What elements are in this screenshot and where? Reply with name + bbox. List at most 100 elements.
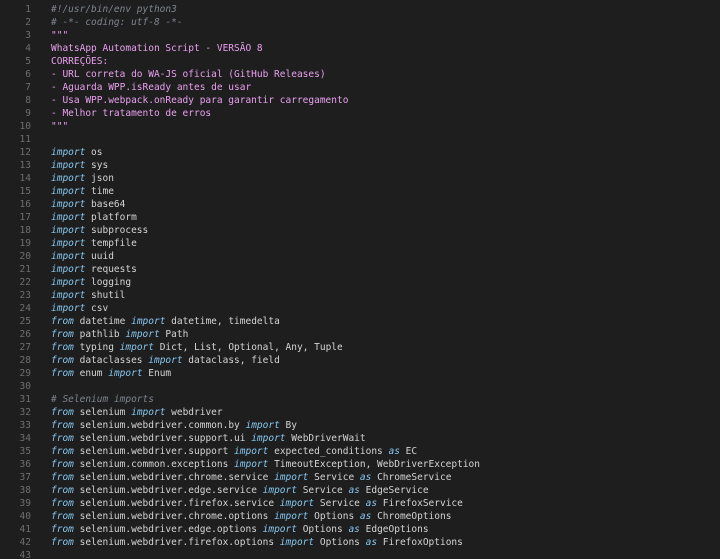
code-line[interactable]: 26 from pathlib import Path	[0, 328, 720, 341]
code-token: csv	[85, 303, 109, 314]
code-line[interactable]: 34 from selenium.webdriver.support.ui imp…	[0, 432, 720, 445]
code-line[interactable]: 31 # Selenium imports	[0, 393, 720, 406]
code-line[interactable]: 37 from selenium.webdriver.chrome.service…	[0, 471, 720, 484]
code-line[interactable]: 23 import shutil	[0, 289, 720, 302]
keyword-token: import	[279, 537, 315, 548]
code-token: selenium.webdriver.firefox.options	[73, 537, 280, 548]
code-line[interactable]: 41 from selenium.webdriver.edge.options i…	[0, 523, 720, 536]
code-line[interactable]: 21 import requests	[0, 263, 720, 276]
code-line[interactable]: 30	[0, 380, 720, 393]
code-line[interactable]: 38 from selenium.webdriver.edge.service i…	[0, 484, 720, 497]
code-line[interactable]: 9 - Melhor tratamento de erros	[0, 107, 720, 120]
code-line[interactable]: 14 import json	[0, 172, 720, 185]
keyword-token: import	[108, 368, 143, 379]
code-line[interactable]: 15 import time	[0, 185, 720, 198]
code-line[interactable]: 17 import platform	[0, 211, 720, 224]
code-token: shutil	[85, 290, 126, 301]
keyword-token: import	[119, 342, 154, 353]
code-line[interactable]: 12 import os	[0, 146, 720, 159]
code-line[interactable]: 27 from typing import Dict, List, Optiona…	[0, 341, 720, 354]
keyword-token: as	[348, 485, 360, 496]
string-token: - Melhor tratamento de erros	[51, 108, 212, 119]
code-token: platform	[85, 212, 137, 223]
keyword-token: import	[51, 186, 86, 197]
keyword-token: as	[359, 511, 372, 522]
code-line[interactable]: 3 """	[0, 29, 720, 42]
keyword-token: import	[262, 524, 297, 535]
code-line[interactable]: 24 import csv	[0, 302, 720, 315]
code-token: FirefoxService	[377, 498, 463, 509]
keyword-token: from	[51, 368, 74, 379]
code-line[interactable]: 16 import base64	[0, 198, 720, 211]
code-line[interactable]: 40 from selenium.webdriver.chrome.options…	[0, 510, 720, 523]
code-line[interactable]: 7 - Aguarda WPP.isReady antes de usar	[0, 81, 720, 94]
line-number: 14	[19, 173, 31, 184]
line-number: 34	[19, 433, 31, 444]
line-number: 2	[25, 17, 31, 28]
code-line[interactable]: 11	[0, 133, 720, 146]
line-text: import base64	[51, 198, 125, 211]
code-line[interactable]: 2 # -*- coding: utf-8 -*-	[0, 16, 720, 29]
line-text: CORREÇÕES:	[51, 55, 108, 68]
code-token: Options	[308, 511, 360, 522]
line-number: 31	[19, 394, 31, 405]
code-token: Service	[296, 485, 349, 496]
code-line[interactable]: 35 from selenium.webdriver.support import…	[0, 445, 720, 458]
code-line[interactable]: 18 import subprocess	[0, 224, 720, 237]
keyword-token: from	[51, 537, 74, 548]
keyword-token: import	[148, 355, 183, 366]
code-line[interactable]: 29 from enum import Enum	[0, 367, 720, 380]
code-line[interactable]: 6 - URL correta do WA-JS oficial (GitHub …	[0, 68, 720, 81]
keyword-token: from	[51, 446, 74, 457]
line-number: 16	[19, 199, 31, 210]
code-line[interactable]: 32 from selenium import webdriver	[0, 406, 720, 419]
code-editor[interactable]: 1 #!/usr/bin/env python3 2 # -*- coding: ut…	[0, 0, 720, 559]
code-token: WebDriverWait	[285, 433, 366, 444]
keyword-token: import	[51, 212, 86, 223]
line-number: 36	[19, 459, 31, 470]
keyword-token: import	[51, 147, 86, 158]
code-line[interactable]: 20 import uuid	[0, 250, 720, 263]
line-text: import platform	[51, 211, 137, 224]
line-text: WhatsApp Automation Script - VERSÃO 8	[51, 42, 263, 55]
code-token: requests	[85, 264, 137, 275]
code-line[interactable]: 4 WhatsApp Automation Script - VERSÃO 8	[0, 42, 720, 55]
code-line[interactable]: 33 from selenium.webdriver.common.by impo…	[0, 419, 720, 432]
line-number: 1	[25, 4, 31, 15]
code-line[interactable]: 42 from selenium.webdriver.firefox.option…	[0, 536, 720, 549]
line-text: #!/usr/bin/env python3	[51, 3, 177, 16]
line-text: import csv	[51, 302, 108, 315]
line-text: import json	[51, 172, 114, 185]
line-number: 23	[19, 290, 31, 301]
code-line[interactable]: 28 from dataclasses import dataclass, fie…	[0, 354, 720, 367]
line-text: from selenium.webdriver.edge.service imp…	[51, 484, 429, 497]
line-number: 22	[19, 277, 31, 288]
string-token: """	[51, 30, 69, 41]
keyword-token: import	[131, 407, 166, 418]
code-line[interactable]: 8 - Usa WPP.webpack.onReady para garantir…	[0, 94, 720, 107]
code-line[interactable]: 13 import sys	[0, 159, 720, 172]
keyword-token: as	[365, 537, 378, 548]
keyword-token: import	[125, 329, 160, 340]
code-line[interactable]: 25 from datetime import datetime, timedel…	[0, 315, 720, 328]
code-token: os	[85, 147, 103, 158]
code-line[interactable]: 5 CORREÇÕES:	[0, 55, 720, 68]
code-line[interactable]: 43	[0, 549, 720, 559]
line-text: from selenium.webdriver.support.ui impor…	[51, 432, 366, 445]
line-number: 41	[19, 524, 31, 535]
code-line[interactable]: 39 from selenium.webdriver.firefox.servic…	[0, 497, 720, 510]
line-number: 33	[19, 420, 31, 431]
code-line[interactable]: 36 from selenium.common.exceptions import…	[0, 458, 720, 471]
code-token: EC	[399, 446, 418, 457]
code-line[interactable]: 1 #!/usr/bin/env python3	[0, 3, 720, 16]
code-line[interactable]: 19 import tempfile	[0, 237, 720, 250]
keyword-token: import	[234, 459, 269, 470]
line-text: from selenium import webdriver	[51, 406, 223, 419]
line-number: 8	[25, 95, 31, 106]
keyword-token: import	[51, 225, 86, 236]
code-area[interactable]: 1 #!/usr/bin/env python3 2 # -*- coding: ut…	[0, 3, 720, 559]
code-token: subprocess	[85, 225, 149, 236]
line-text: """	[51, 120, 68, 133]
code-line[interactable]: 22 import logging	[0, 276, 720, 289]
code-line[interactable]: 10 """	[0, 120, 720, 133]
